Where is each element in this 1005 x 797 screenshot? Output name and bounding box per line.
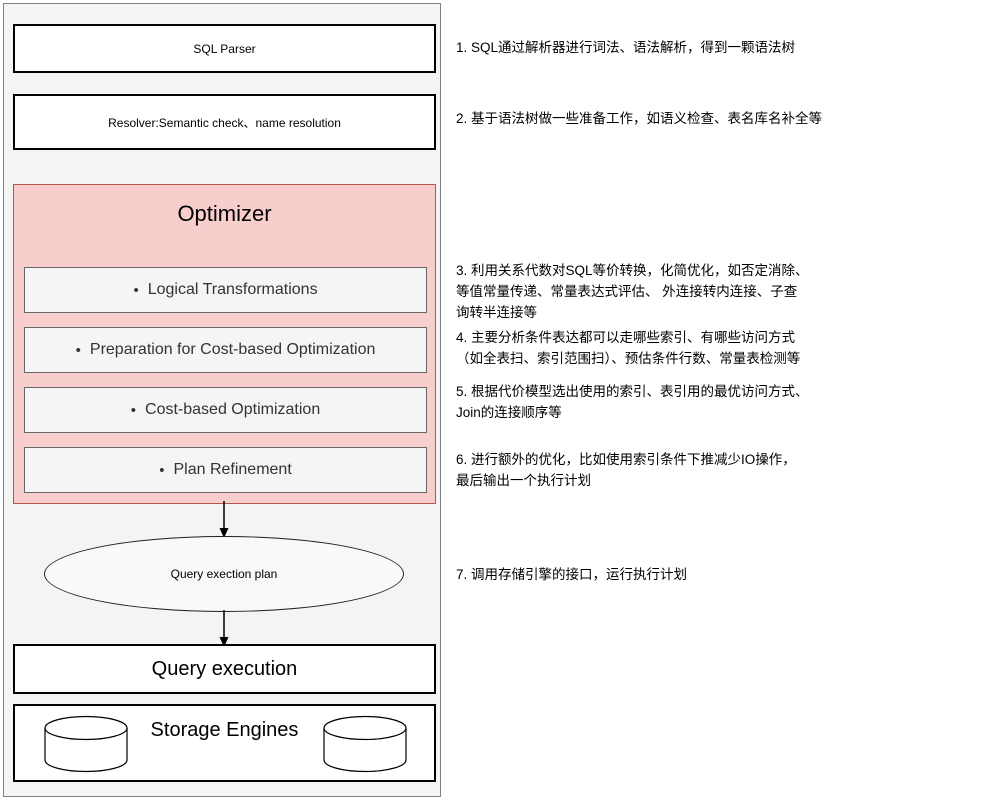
note-3: 3. 利用关系代数对SQL等价转换，化简优化，如否定消除、 等值常量传递、常量表…	[456, 263, 809, 320]
node-optimizer: Optimizer • Logical Transformations • Pr…	[13, 184, 436, 504]
note-5: 5. 根据代价模型选出使用的索引、表引用的最优访问方式、 Join的连接顺序等	[456, 384, 809, 420]
arrow-plan-to-execution	[219, 610, 229, 647]
bullet-icon: •	[130, 401, 137, 419]
node-resolver: Resolver:Semantic check、name resolution	[13, 94, 436, 150]
node-query-execution-plan: Query exection plan	[44, 536, 404, 612]
node-plan-refinement-label: Plan Refinement	[173, 461, 292, 478]
node-sql-parser: SQL Parser	[13, 24, 436, 73]
arrow-optimizer-to-plan	[219, 501, 229, 538]
note-7: 7. 调用存储引擎的接口，运行执行计划	[456, 567, 688, 582]
note-1: 1. SQL通过解析器进行词法、语法解析，得到一颗语法树	[456, 40, 796, 55]
node-query-execution-label: Query execution	[151, 657, 298, 680]
diagram-container: SQL Parser Resolver:Semantic check、name …	[3, 3, 441, 797]
note-4: 4. 主要分析条件表达都可以走哪些索引、有哪些访问方式 （如全表扫、索引范围扫）…	[456, 330, 801, 366]
node-plan-refinement: • Plan Refinement	[24, 447, 427, 493]
node-query-execution-plan-label: Query exection plan	[170, 567, 278, 581]
node-logical-transformations-label: Logical Transformations	[147, 281, 318, 298]
node-cost-based-optimization-label: Cost-based Optimization	[145, 401, 321, 418]
node-cost-based-optimization: • Cost-based Optimization	[24, 387, 427, 433]
node-preparation-cost-based-optimization: • Preparation for Cost-based Optimizatio…	[24, 327, 427, 373]
note-6: 6. 进行额外的优化，比如使用索引条件下推减少IO操作， 最后输出一个执行计划	[456, 452, 796, 488]
node-optimizer-title: Optimizer	[177, 201, 272, 226]
note-2: 2. 基于语法树做一些准备工作，如语义检查、表名库名补全等	[456, 111, 823, 126]
node-resolver-label: Resolver:Semantic check、name resolution	[108, 115, 341, 130]
bullet-icon: •	[159, 461, 165, 479]
node-logical-transformations: • Logical Transformations	[24, 267, 427, 313]
node-storage-engines: Storage Engines	[13, 704, 436, 782]
node-sql-parser-label: SQL Parser	[193, 41, 256, 56]
bullet-icon: •	[75, 341, 81, 359]
node-preparation-cost-based-optimization-label: Preparation for Cost-based Optimization	[89, 341, 376, 358]
bullet-icon: •	[133, 281, 139, 299]
node-storage-engines-label: Storage Engines	[150, 719, 299, 741]
node-query-execution: Query execution	[13, 644, 436, 694]
